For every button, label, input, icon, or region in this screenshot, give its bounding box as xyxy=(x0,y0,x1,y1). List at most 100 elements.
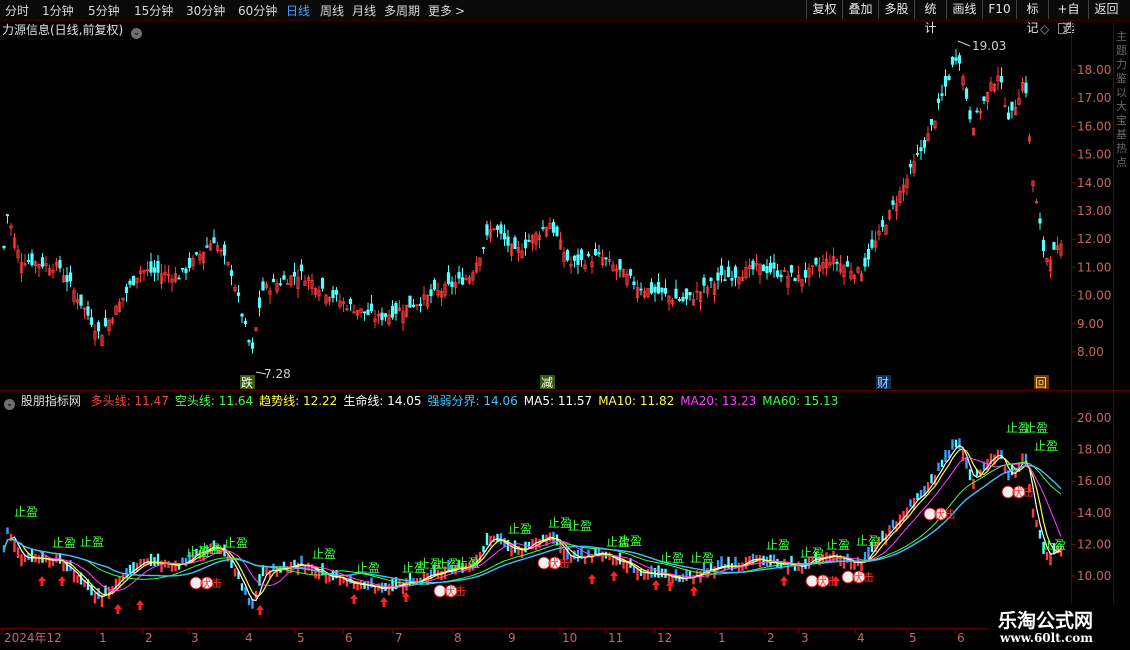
candle-body xyxy=(968,110,972,120)
candle-body xyxy=(79,294,83,306)
indicator-bar xyxy=(16,547,20,558)
candle-body xyxy=(177,277,181,280)
take-profit-signal: 止盈 xyxy=(312,547,336,561)
candle-body xyxy=(684,288,689,300)
low-price-label: 7.28 xyxy=(264,367,291,381)
candle-body xyxy=(1052,242,1056,250)
take-profit-signal: 止盈 xyxy=(198,542,222,556)
indicator-bar xyxy=(1045,551,1049,561)
indicator-bar xyxy=(958,438,961,449)
candle-body xyxy=(555,226,559,236)
candle-body xyxy=(432,279,437,290)
candle-body xyxy=(814,257,818,265)
time-axis-label: 8 xyxy=(454,631,462,645)
candle-body xyxy=(240,313,244,317)
indicator-bar xyxy=(6,527,9,534)
indicator-bar xyxy=(363,581,366,589)
candle-body xyxy=(915,153,920,155)
take-profit-signal: 止盈 xyxy=(618,534,642,548)
candle-body xyxy=(789,265,794,273)
candle-body xyxy=(975,110,979,113)
take-profit-signal: 止盈 xyxy=(1024,421,1048,435)
candle-body xyxy=(334,290,339,295)
indicator-bar xyxy=(1031,508,1035,518)
event-marker-label: 回 xyxy=(1035,376,1047,390)
watermark-title: 乐淘公式网 xyxy=(998,610,1094,632)
indicator-axis-label: 16.00 xyxy=(1077,474,1111,488)
take-profit-signal: 止盈 xyxy=(856,534,880,548)
price-axis-label: 18.00 xyxy=(1077,63,1111,77)
indicator-bar xyxy=(972,479,975,490)
time-axis-label: 1 xyxy=(718,631,726,645)
candle-body xyxy=(131,275,136,286)
candle-body xyxy=(348,298,353,305)
time-axis-label: 5 xyxy=(909,631,917,645)
take-profit-signal: 止盈 xyxy=(224,536,248,550)
indicator-bar xyxy=(524,541,527,553)
price-axis-label: 13.00 xyxy=(1077,204,1111,218)
event-marker-label: 跌 xyxy=(241,375,253,390)
up-arrow-icon xyxy=(350,594,358,604)
indicator-bar xyxy=(940,459,944,468)
time-axis-label: 2 xyxy=(767,631,775,645)
candle-body xyxy=(383,313,388,318)
candle-body xyxy=(58,259,62,269)
candle-body xyxy=(278,283,283,286)
candle-body xyxy=(5,214,10,217)
candle-body xyxy=(803,270,808,278)
indicator-bar xyxy=(265,566,268,575)
up-arrow-icon xyxy=(114,604,122,614)
indicator-bar xyxy=(1049,552,1052,566)
indicator-bar xyxy=(954,439,958,448)
price-axis-label: 9.00 xyxy=(1077,317,1104,331)
take-profit-signal: 止盈 xyxy=(826,538,850,552)
ambush-signal: 伏击 xyxy=(200,576,222,590)
candle-body xyxy=(723,279,727,282)
candle-body xyxy=(908,163,913,168)
candle-body xyxy=(408,295,412,308)
candle-body xyxy=(775,270,780,277)
indicator-bar xyxy=(881,530,884,541)
candle-body xyxy=(922,140,927,148)
event-marker-label: 减 xyxy=(541,376,553,390)
candle-body xyxy=(450,281,454,287)
up-arrow-icon xyxy=(690,586,698,596)
indicator-bar xyxy=(76,575,79,583)
candle-body xyxy=(184,268,188,273)
candle-body xyxy=(1006,112,1011,120)
candle-body xyxy=(229,270,234,277)
ambush-signal: 伏击 xyxy=(852,570,874,584)
candle-body xyxy=(618,259,622,270)
indicator-bar xyxy=(944,450,947,462)
candle-body xyxy=(499,224,503,234)
take-profit-signal: 止盈 xyxy=(356,561,380,575)
candle-body xyxy=(702,277,706,286)
indicator-bar xyxy=(937,462,940,471)
indicator-bar xyxy=(797,561,800,571)
candle-body xyxy=(156,260,160,273)
time-axis-label: 5 xyxy=(297,631,305,645)
indicator-bar xyxy=(499,533,503,545)
watermark-url: www.60lt.com xyxy=(1000,631,1093,645)
indicator-bar xyxy=(482,545,485,553)
time-axis-label: 12 xyxy=(657,631,672,645)
indicator-axis-label: 14.00 xyxy=(1077,506,1111,520)
time-axis-label: 3 xyxy=(801,631,809,645)
candle-body xyxy=(457,272,461,279)
candle-body xyxy=(502,233,507,240)
candle-body xyxy=(485,224,489,236)
candle-body xyxy=(236,292,241,296)
candle-body xyxy=(964,88,969,99)
candle-body xyxy=(89,317,94,325)
candle-body xyxy=(572,255,577,261)
candle-body xyxy=(772,262,776,269)
stock-chart[interactable]: 18.0017.0016.0015.0014.0013.0012.0011.00… xyxy=(0,0,1130,650)
candle-body xyxy=(86,306,90,316)
indicator-bar xyxy=(128,564,132,573)
take-profit-signal: 止盈 xyxy=(568,519,592,533)
take-profit-signal: 止盈 xyxy=(508,522,532,536)
time-axis-label: 4 xyxy=(857,631,865,645)
indicator-bar xyxy=(1038,529,1042,539)
candle-body xyxy=(194,252,199,255)
indicator-axis-label: 10.00 xyxy=(1077,569,1111,583)
